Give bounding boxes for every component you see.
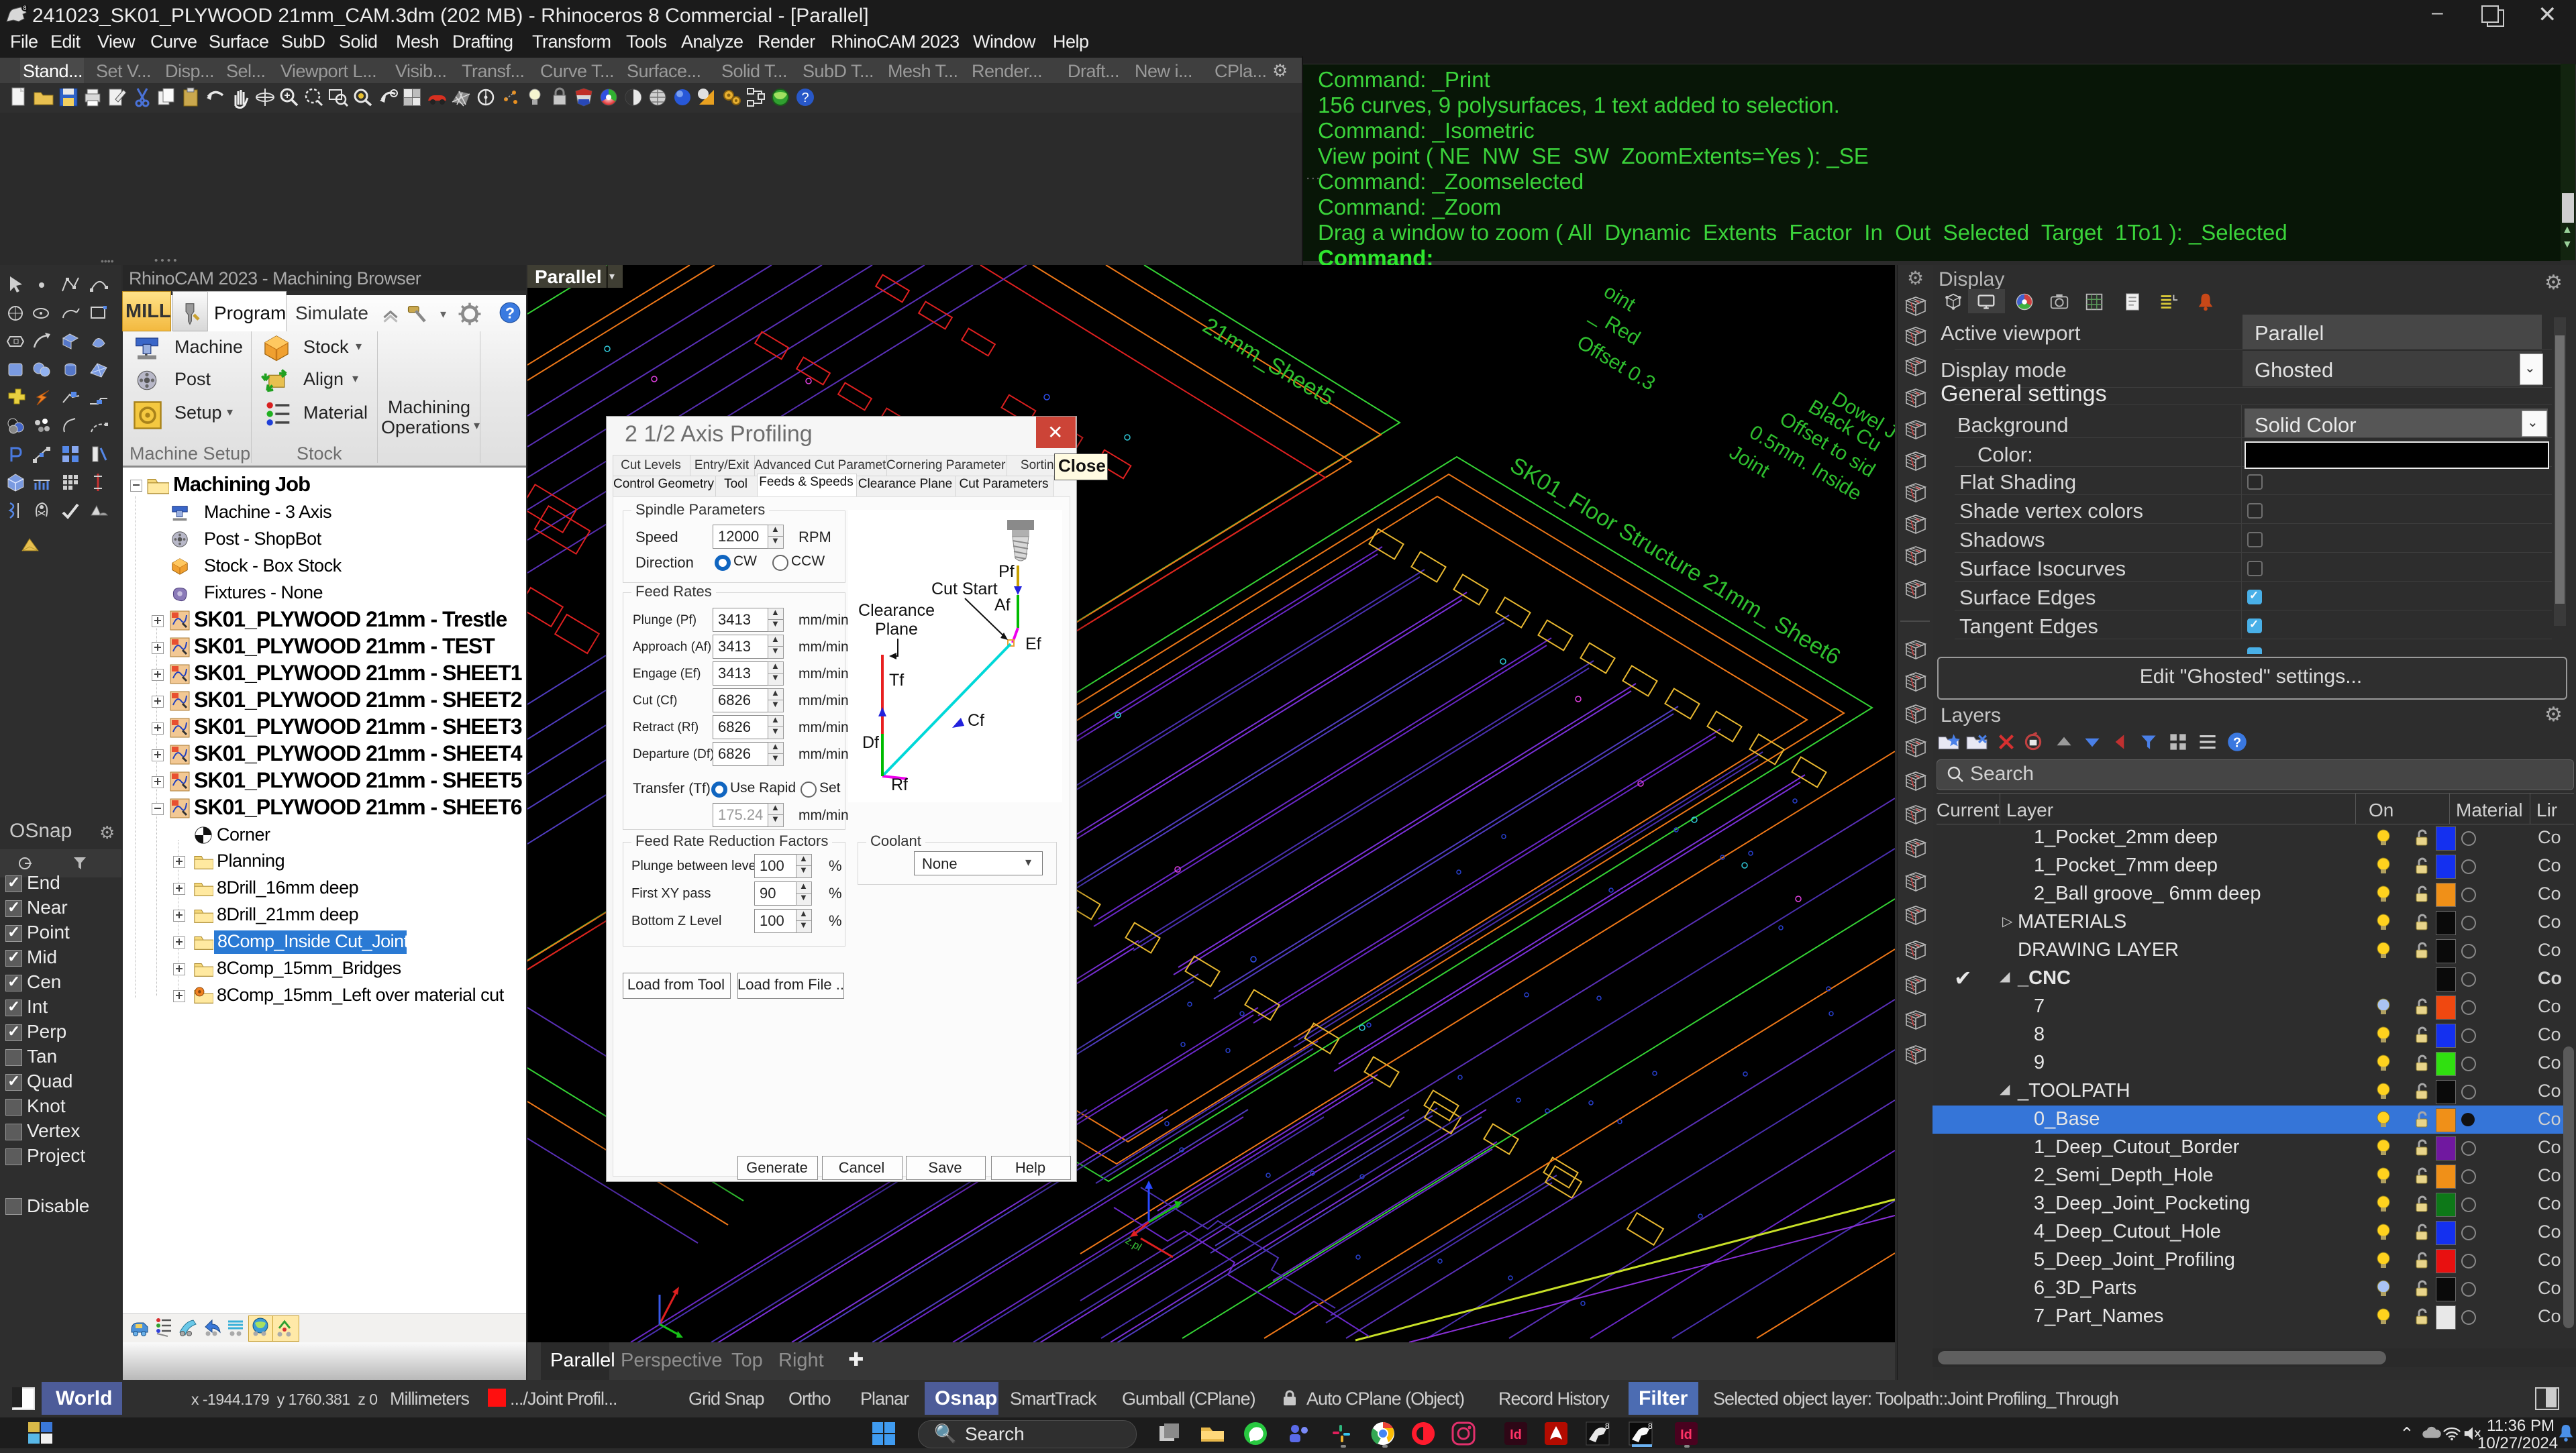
svg-text:Cut Start: Cut Start xyxy=(931,580,998,598)
svg-text:8: 8 xyxy=(1605,1421,1610,1431)
svg-text:?: ? xyxy=(505,304,515,321)
svg-text:Rf: Rf xyxy=(891,775,908,794)
svg-text:Tf: Tf xyxy=(889,671,904,690)
svg-text:Id: Id xyxy=(1680,1428,1692,1442)
svg-text:8: 8 xyxy=(1648,1421,1653,1431)
svg-text:z.pl: z.pl xyxy=(1123,1235,1143,1253)
svg-text:Plane: Plane xyxy=(875,620,918,639)
svg-text:?: ? xyxy=(801,91,809,105)
svg-text:Df: Df xyxy=(862,733,879,752)
svg-text:Af: Af xyxy=(994,596,1011,614)
svg-text:Cf: Cf xyxy=(968,711,984,730)
svg-text:?: ? xyxy=(2233,735,2241,750)
svg-text:Ef: Ef xyxy=(1025,635,1041,653)
svg-text:Offset 0.3: Offset 0.3 xyxy=(1573,331,1659,395)
svg-text:Clearance: Clearance xyxy=(858,601,935,620)
svg-text:Id: Id xyxy=(1510,1428,1522,1442)
svg-text:8: 8 xyxy=(23,5,26,11)
svg-text:Pf: Pf xyxy=(998,562,1015,581)
svg-text:SK01_Floor Structure 21mm_ She: SK01_Floor Structure 21mm_ Sheet6 xyxy=(1506,452,1845,670)
svg-text:21mm_Sheet5: 21mm_Sheet5 xyxy=(1198,313,1339,411)
